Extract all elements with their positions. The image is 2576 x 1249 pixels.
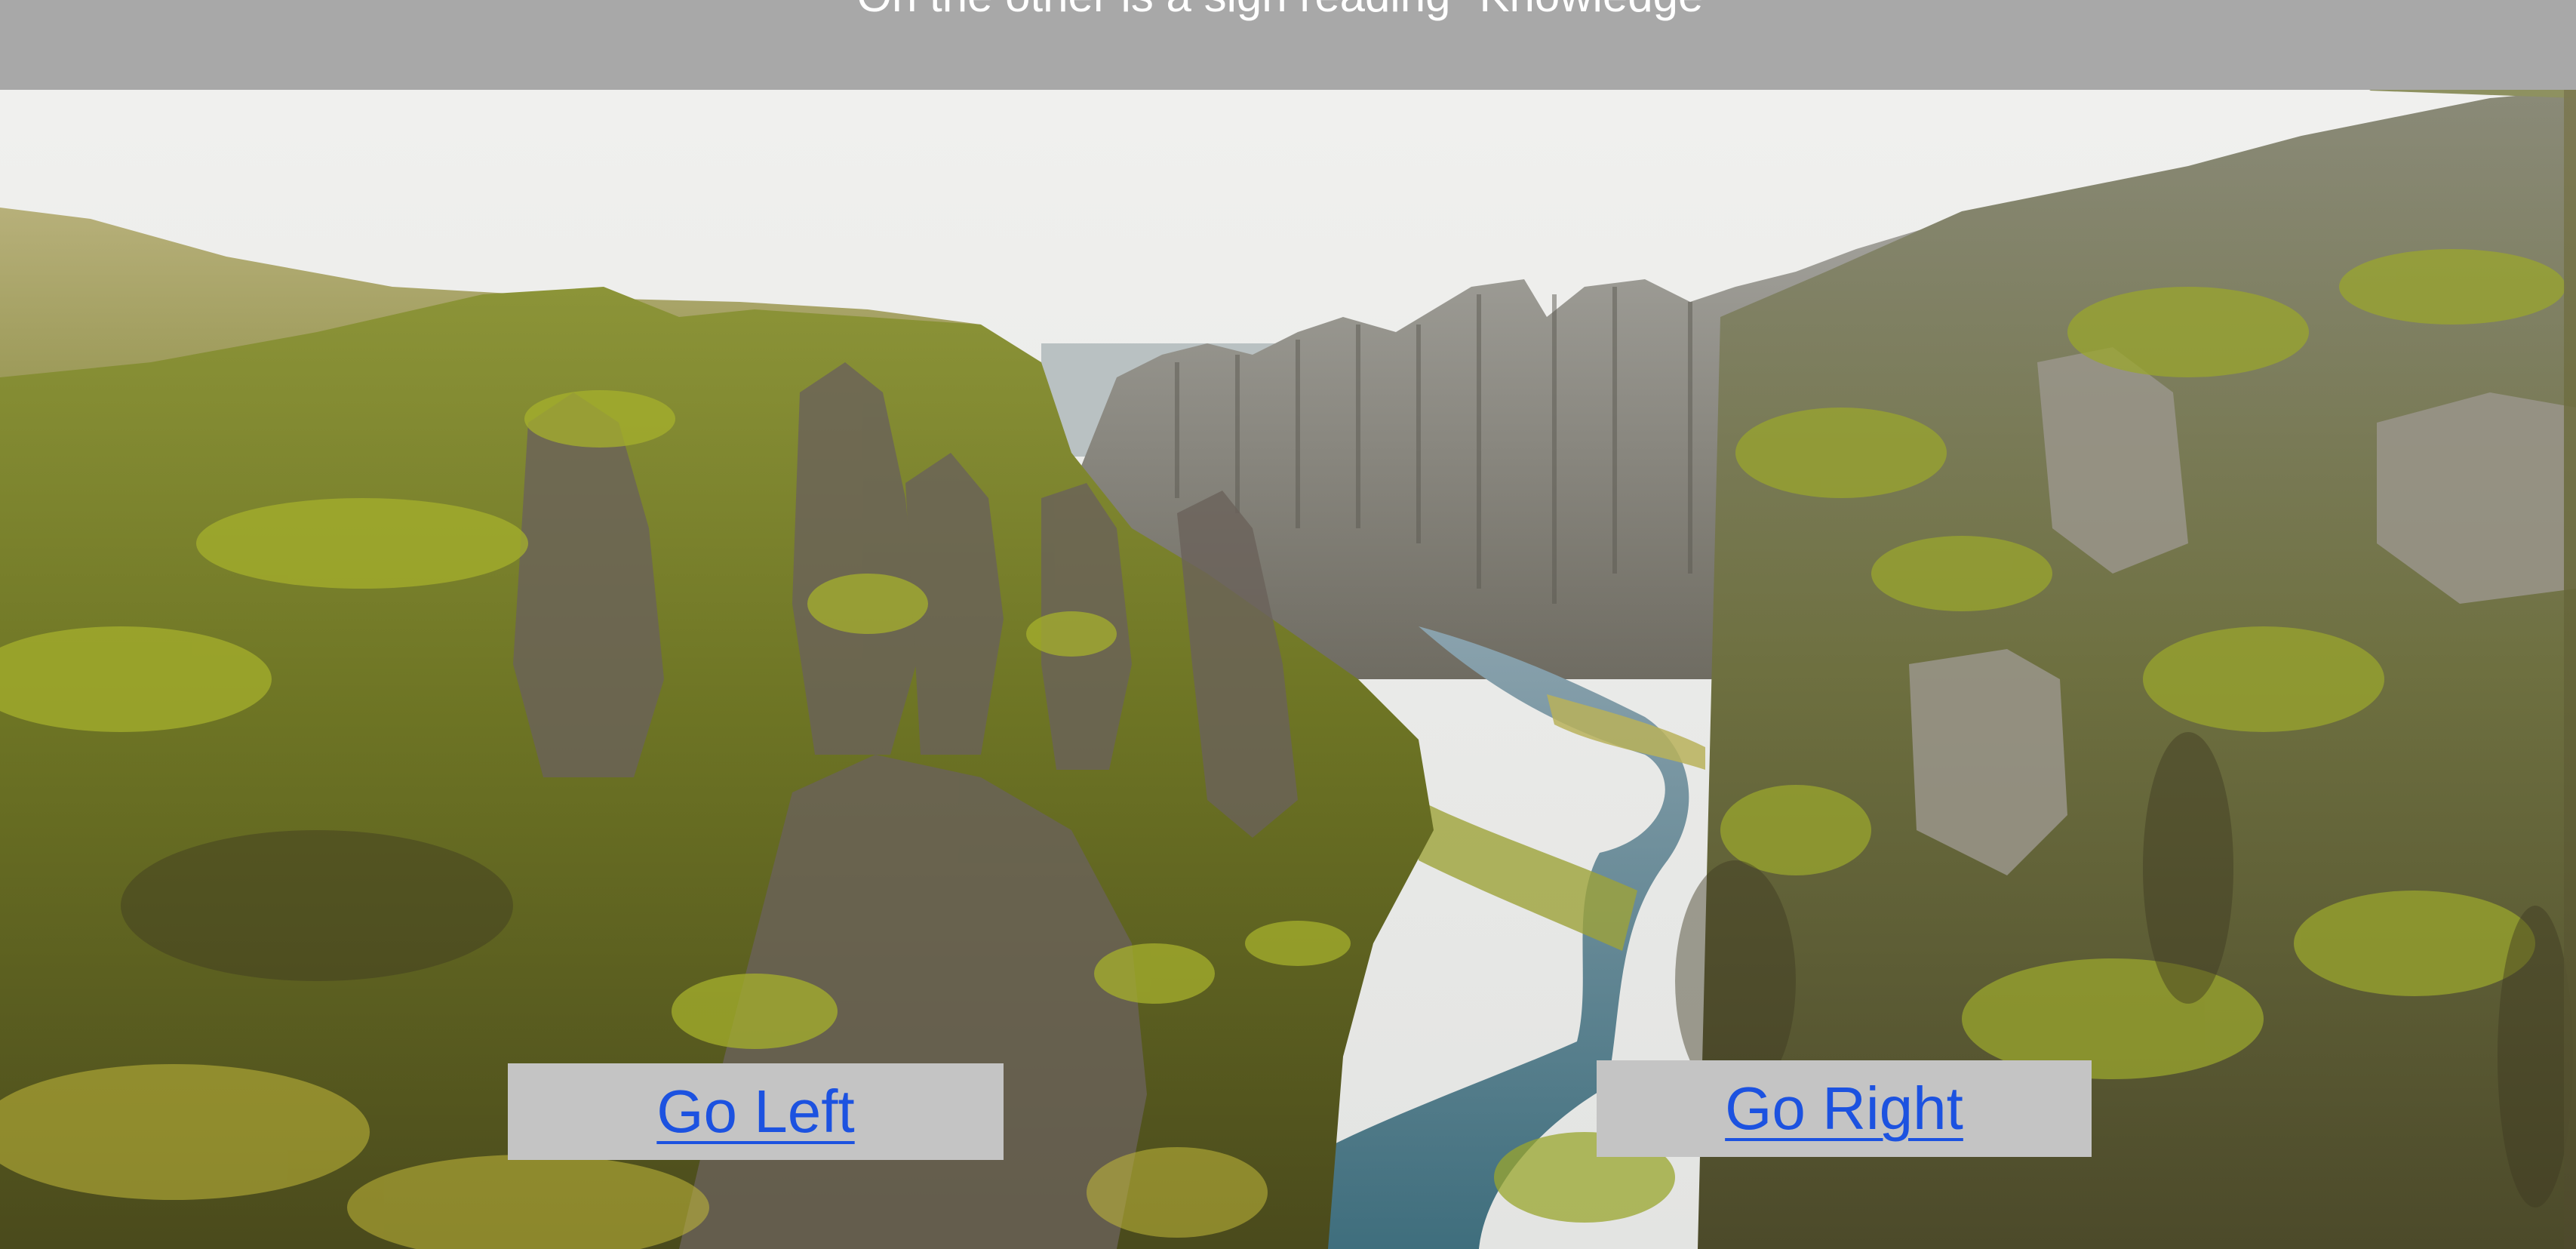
game-screen: On the other is a sign reading "Knowledg…: [0, 0, 2576, 1249]
canyon-scene: [0, 0, 2576, 1249]
narration-text: On the other is a sign reading "Knowledg…: [0, 0, 2576, 23]
go-left-link[interactable]: Go Left: [656, 1078, 854, 1146]
go-left-button[interactable]: Go Left: [508, 1063, 1004, 1160]
go-right-link[interactable]: Go Right: [1725, 1075, 1963, 1143]
go-right-button[interactable]: Go Right: [1597, 1060, 2092, 1157]
scrollbar-edge: [2564, 0, 2576, 1249]
narration-bar: On the other is a sign reading "Knowledg…: [0, 0, 2576, 90]
